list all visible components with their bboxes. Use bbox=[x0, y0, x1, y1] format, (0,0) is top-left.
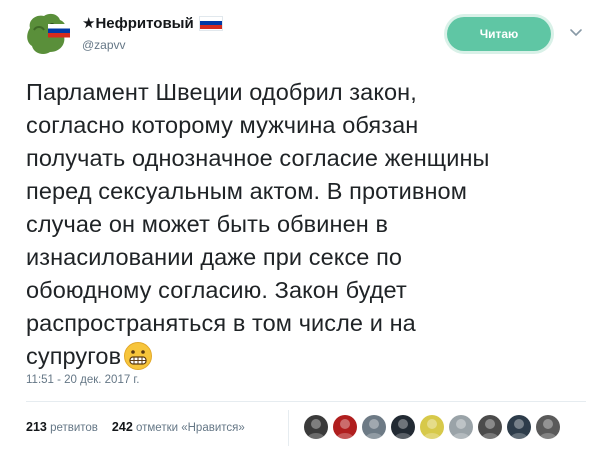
tweet-text-line: обоюдному согласию. Закон будет bbox=[26, 277, 407, 303]
tweet-card: ★Нефритовый @zapvv Читаю Парламент Швеци… bbox=[0, 0, 611, 465]
user-avatar[interactable] bbox=[22, 10, 72, 56]
retweets-label: ретвитов bbox=[50, 422, 98, 434]
divider bbox=[26, 401, 586, 402]
display-name-text[interactable]: ★Нефритовый bbox=[82, 14, 194, 32]
tweet-text-line: изнасиловании даже при сексе по bbox=[26, 244, 403, 270]
likes-label: отметки «Нравится» bbox=[135, 422, 245, 434]
liker-avatar-2[interactable] bbox=[332, 414, 358, 440]
likers-avatars bbox=[303, 414, 561, 440]
liker-avatar-7[interactable] bbox=[477, 414, 503, 440]
likes-count: 242 bbox=[111, 420, 133, 434]
liker-avatar-9[interactable] bbox=[535, 414, 561, 440]
tweet-text-line: перед сексуальным актом. В противном bbox=[26, 178, 467, 204]
liker-avatar-1[interactable] bbox=[303, 414, 329, 440]
liker-avatar-5[interactable] bbox=[419, 414, 445, 440]
tweet-text-line: получать однозначное согласие женщины bbox=[26, 145, 490, 171]
retweets-count: 213 bbox=[26, 420, 47, 434]
tweet-text-line: согласно которому мужчина обязан bbox=[26, 112, 419, 138]
user-handle[interactable]: @zapvv bbox=[82, 38, 126, 52]
stats-divider bbox=[288, 410, 289, 446]
liker-avatar-8[interactable] bbox=[506, 414, 532, 440]
liker-avatar-3[interactable] bbox=[361, 414, 387, 440]
tweet-text: Парламент Швеции одобрил закон, согласно… bbox=[26, 76, 576, 380]
tweet-text-line: Парламент Швеции одобрил закон, bbox=[26, 79, 417, 105]
liker-avatar-6[interactable] bbox=[448, 414, 474, 440]
likes-stat[interactable]: 242 отметки «Нравится» bbox=[112, 420, 245, 434]
tweet-text-line: распространяться в том числе и на bbox=[26, 310, 416, 336]
tweet-timestamp[interactable]: 11:51 - 20 дек. 2017 г. bbox=[26, 374, 139, 386]
russia-flag-icon bbox=[198, 15, 223, 31]
tweet-text-fragment: супругов bbox=[26, 343, 122, 369]
tweet-stats: 213 ретвитов 242 отметки «Нравится» bbox=[26, 420, 245, 434]
following-button[interactable]: Читаю bbox=[447, 17, 551, 51]
chevron-down-icon[interactable] bbox=[568, 24, 584, 40]
user-display-name[interactable]: ★Нефритовый bbox=[82, 14, 223, 32]
tweet-text-line: случае он может быть обвинен в bbox=[26, 211, 389, 237]
retweets-stat[interactable]: 213 ретвитов bbox=[26, 420, 98, 434]
liker-avatar-4[interactable] bbox=[390, 414, 416, 440]
